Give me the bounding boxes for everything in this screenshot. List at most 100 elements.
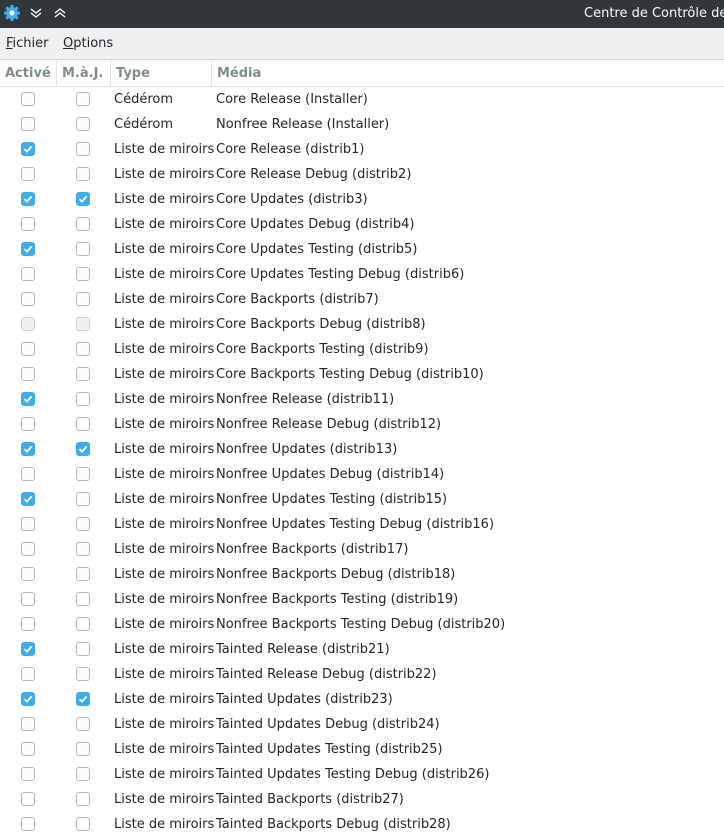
table-row[interactable]: Liste de miroirs Nonfree Updates (distrib… — [0, 437, 724, 462]
active-checkbox[interactable] — [21, 542, 35, 556]
active-checkbox[interactable] — [21, 267, 35, 281]
update-checkbox[interactable] — [76, 267, 90, 281]
active-checkbox[interactable] — [21, 717, 35, 731]
active-checkbox[interactable] — [21, 92, 35, 106]
update-checkbox[interactable] — [76, 167, 90, 181]
update-checkbox[interactable] — [76, 517, 90, 531]
active-checkbox[interactable] — [21, 467, 35, 481]
table-row[interactable]: Liste de miroirs Nonfree Backports Testin… — [0, 612, 724, 637]
update-checkbox[interactable] — [76, 317, 90, 331]
menu-fichier[interactable]: Fichier — [6, 36, 49, 51]
column-header-media[interactable]: Média — [212, 61, 724, 86]
table-row[interactable]: Liste de miroirs Core Updates Debug (dist… — [0, 212, 724, 237]
table-row[interactable]: Liste de miroirs Tainted Updates Testing … — [0, 737, 724, 762]
table-row[interactable]: Liste de miroirs Tainted Updates (distrib… — [0, 687, 724, 712]
table-row[interactable]: Liste de miroirs Core Updates Testing (di… — [0, 237, 724, 262]
update-checkbox[interactable] — [76, 767, 90, 781]
update-checkbox[interactable] — [76, 192, 90, 206]
active-checkbox[interactable] — [21, 817, 35, 831]
table-row[interactable]: Liste de miroirs Core Backports (distrib7… — [0, 287, 724, 312]
update-checkbox[interactable] — [76, 142, 90, 156]
table-row[interactable]: Liste de miroirs Nonfree Updates Debug (d… — [0, 462, 724, 487]
active-checkbox[interactable] — [21, 692, 35, 706]
table-row[interactable]: Liste de miroirs Nonfree Release (distrib… — [0, 387, 724, 412]
update-checkbox[interactable] — [76, 717, 90, 731]
column-header-active[interactable]: Activé — [0, 61, 57, 86]
table-row[interactable]: Liste de miroirs Tainted Release Debug (d… — [0, 662, 724, 687]
media-name: Tainted Backports Debug (distrib28) — [216, 817, 451, 832]
table-row[interactable]: Liste de miroirs Core Backports Debug (di… — [0, 312, 724, 337]
active-checkbox[interactable] — [21, 167, 35, 181]
update-checkbox[interactable] — [76, 592, 90, 606]
active-checkbox[interactable] — [21, 142, 35, 156]
update-checkbox[interactable] — [76, 642, 90, 656]
active-checkbox[interactable] — [21, 342, 35, 356]
active-checkbox[interactable] — [21, 792, 35, 806]
table-row[interactable]: Liste de miroirs Nonfree Backports Testin… — [0, 587, 724, 612]
update-checkbox[interactable] — [76, 467, 90, 481]
active-checkbox[interactable] — [21, 192, 35, 206]
table-row[interactable]: Liste de miroirs Tainted Updates Debug (d… — [0, 712, 724, 737]
update-checkbox[interactable] — [76, 342, 90, 356]
column-header-type[interactable]: Type — [111, 61, 212, 86]
chevron-down-double-icon[interactable] — [26, 3, 46, 23]
update-checkbox[interactable] — [76, 817, 90, 831]
active-checkbox[interactable] — [21, 667, 35, 681]
column-header-update[interactable]: M.à.J. — [57, 61, 111, 86]
table-row[interactable]: Liste de miroirs Nonfree Release Debug (d… — [0, 412, 724, 437]
table-row[interactable]: Liste de miroirs Nonfree Updates Testing … — [0, 512, 724, 537]
update-checkbox[interactable] — [76, 667, 90, 681]
table-row[interactable]: Liste de miroirs Nonfree Backports Debug … — [0, 562, 724, 587]
update-checkbox[interactable] — [76, 692, 90, 706]
update-checkbox[interactable] — [76, 567, 90, 581]
active-checkbox[interactable] — [21, 492, 35, 506]
active-checkbox[interactable] — [21, 242, 35, 256]
update-checkbox[interactable] — [76, 117, 90, 131]
active-checkbox[interactable] — [21, 592, 35, 606]
table-row[interactable]: Liste de miroirs Tainted Release (distrib… — [0, 637, 724, 662]
table-row[interactable]: Liste de miroirs Core Backports Testing D… — [0, 362, 724, 387]
update-checkbox[interactable] — [76, 492, 90, 506]
table-row[interactable]: Liste de miroirs Core Backports Testing (… — [0, 337, 724, 362]
update-checkbox[interactable] — [76, 92, 90, 106]
active-checkbox[interactable] — [21, 642, 35, 656]
table-row[interactable]: Liste de miroirs Nonfree Backports (distr… — [0, 537, 724, 562]
gear-icon[interactable] — [2, 3, 22, 23]
update-checkbox[interactable] — [76, 417, 90, 431]
update-checkbox[interactable] — [76, 367, 90, 381]
active-checkbox[interactable] — [21, 392, 35, 406]
update-checkbox[interactable] — [76, 392, 90, 406]
active-checkbox[interactable] — [21, 367, 35, 381]
active-checkbox[interactable] — [21, 417, 35, 431]
active-checkbox[interactable] — [21, 217, 35, 231]
active-checkbox[interactable] — [21, 767, 35, 781]
table-row[interactable]: Liste de miroirs Tainted Updates Testing … — [0, 762, 724, 787]
active-checkbox[interactable] — [21, 317, 35, 331]
table-row[interactable]: Liste de miroirs Tainted Backports Debug … — [0, 812, 724, 837]
table-row[interactable]: Liste de miroirs Core Release Debug (dist… — [0, 162, 724, 187]
active-checkbox[interactable] — [21, 442, 35, 456]
table-row[interactable]: Liste de miroirs Tainted Backports (distr… — [0, 787, 724, 812]
update-checkbox[interactable] — [76, 292, 90, 306]
table-row[interactable]: Liste de miroirs Core Updates Testing Deb… — [0, 262, 724, 287]
update-checkbox[interactable] — [76, 242, 90, 256]
update-checkbox[interactable] — [76, 792, 90, 806]
update-checkbox[interactable] — [76, 542, 90, 556]
active-checkbox[interactable] — [21, 742, 35, 756]
table-row[interactable]: Liste de miroirs Core Updates (distrib3) — [0, 187, 724, 212]
active-checkbox[interactable] — [21, 517, 35, 531]
active-checkbox[interactable] — [21, 292, 35, 306]
update-checkbox[interactable] — [76, 617, 90, 631]
table-row[interactable]: Liste de miroirs Nonfree Updates Testing … — [0, 487, 724, 512]
table-row[interactable]: Cédérom Core Release (Installer) — [0, 87, 724, 112]
update-checkbox[interactable] — [76, 217, 90, 231]
menu-options[interactable]: Options — [63, 36, 113, 51]
chevron-up-double-icon[interactable] — [50, 3, 70, 23]
active-checkbox[interactable] — [21, 617, 35, 631]
update-checkbox[interactable] — [76, 742, 90, 756]
update-checkbox[interactable] — [76, 442, 90, 456]
table-row[interactable]: Cédérom Nonfree Release (Installer) — [0, 112, 724, 137]
active-checkbox[interactable] — [21, 117, 35, 131]
active-checkbox[interactable] — [21, 567, 35, 581]
table-row[interactable]: Liste de miroirs Core Release (distrib1) — [0, 137, 724, 162]
